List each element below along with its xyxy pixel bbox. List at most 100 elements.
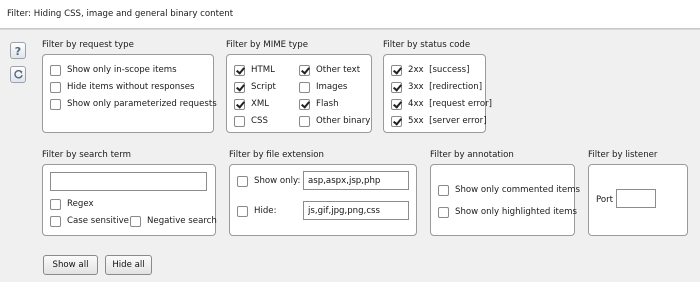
status-code-title: Filter by status code xyxy=(383,40,471,50)
checkbox-highlighted[interactable]: Show only highlighted items xyxy=(438,206,577,218)
checkbox-mime-other-text[interactable]: Other text xyxy=(299,64,360,76)
mime-type-group: Filter by MIME type HTML Other text Scri… xyxy=(226,40,372,133)
mime-script-label: Script xyxy=(251,82,276,92)
mime-other-binary-label: Other binary xyxy=(316,116,371,126)
checkbox-mime-xml[interactable]: XML xyxy=(234,98,269,110)
status-3xx-label: 3xx [redirection] xyxy=(408,82,483,92)
mime-images-label: Images xyxy=(316,82,348,92)
mime-other-text-label: Other text xyxy=(316,65,361,75)
svg-text:?: ? xyxy=(15,45,21,57)
refresh-button[interactable] xyxy=(10,66,26,83)
search-term-box: Regex Case sensitive Negative search xyxy=(42,164,217,236)
status-5xx-checkbox[interactable] xyxy=(391,115,402,127)
highlighted-checkbox[interactable] xyxy=(438,206,449,218)
mime-other-binary-checkbox[interactable] xyxy=(299,115,310,127)
refresh-icon xyxy=(13,69,23,79)
checkbox-hide-ext[interactable]: Hide: xyxy=(237,205,277,217)
status-4xx-checkbox[interactable] xyxy=(391,98,402,110)
case-sensitive-checkbox[interactable] xyxy=(50,215,61,227)
mime-type-box: HTML Other text Script Images XML Flash xyxy=(226,54,372,133)
port-label: Port xyxy=(596,195,614,205)
checkbox-show-only-ext[interactable]: Show only: xyxy=(237,175,300,187)
file-extension-title: Filter by file extension xyxy=(229,150,325,160)
checkbox-case-sensitive[interactable]: Case sensitive xyxy=(50,215,129,227)
negative-search-label: Negative search xyxy=(147,216,217,226)
checkbox-mime-script[interactable]: Script xyxy=(234,81,276,93)
in-scope-label: Show only in-scope items xyxy=(67,65,177,75)
help-button[interactable]: ? xyxy=(10,42,26,59)
checkbox-status-2xx[interactable]: 2xx [success] xyxy=(391,64,469,76)
hide-ext-checkbox[interactable] xyxy=(237,205,248,217)
request-type-title: Filter by request type xyxy=(42,40,134,50)
commented-label: Show only commented items xyxy=(455,185,581,195)
status-4xx-label: 4xx [request error] xyxy=(408,99,493,109)
checkbox-negative-search[interactable]: Negative search xyxy=(130,215,217,227)
annotation-group: Filter by annotation Show only commented… xyxy=(430,150,580,236)
regex-label: Regex xyxy=(67,199,94,209)
file-extension-box: Show only: Hide: xyxy=(229,164,417,236)
hide-ext-label: Hide: xyxy=(254,206,277,216)
search-term-group: Filter by search term Regex Case sensiti… xyxy=(42,150,217,236)
search-term-input[interactable] xyxy=(50,172,207,191)
checkbox-parameterized[interactable]: Show only parameterized requests xyxy=(50,98,217,110)
mime-flash-checkbox[interactable] xyxy=(299,98,310,110)
parameterized-checkbox[interactable] xyxy=(50,98,61,110)
mime-flash-label: Flash xyxy=(316,99,339,109)
in-scope-checkbox[interactable] xyxy=(50,64,61,76)
filter-summary-text: Filter: Hiding CSS, image and general bi… xyxy=(7,9,234,19)
port-input[interactable] xyxy=(616,189,656,208)
mime-type-title: Filter by MIME type xyxy=(226,40,309,50)
parameterized-label: Show only parameterized requests xyxy=(67,99,217,109)
hide-all-button[interactable]: Hide all xyxy=(105,255,152,275)
mime-xml-checkbox[interactable] xyxy=(234,98,245,110)
highlighted-label: Show only highlighted items xyxy=(455,207,577,217)
checkbox-in-scope[interactable]: Show only in-scope items xyxy=(50,64,177,76)
status-2xx-label: 2xx [success] xyxy=(408,65,470,75)
search-term-title: Filter by search term xyxy=(42,150,131,160)
mime-images-checkbox[interactable] xyxy=(299,81,310,93)
mime-html-label: HTML xyxy=(251,65,275,75)
status-5xx-label: 5xx [server error] xyxy=(408,116,487,126)
checkbox-mime-other-binary[interactable]: Other binary xyxy=(299,115,370,127)
checkbox-mime-css[interactable]: CSS xyxy=(234,115,268,127)
commented-checkbox[interactable] xyxy=(438,184,449,196)
checkbox-mime-html[interactable]: HTML xyxy=(234,64,275,76)
status-3xx-checkbox[interactable] xyxy=(391,81,402,93)
checkbox-mime-flash[interactable]: Flash xyxy=(299,98,339,110)
filter-settings-panel: ? Filter by request type Show only in-sc… xyxy=(0,29,700,282)
mime-script-checkbox[interactable] xyxy=(234,81,245,93)
checkbox-status-4xx[interactable]: 4xx [request error] xyxy=(391,98,492,110)
checkbox-status-3xx[interactable]: 3xx [redirection] xyxy=(391,81,482,93)
case-sensitive-label: Case sensitive xyxy=(67,216,129,226)
status-code-group: Filter by status code 2xx [success] 3xx … xyxy=(383,40,492,133)
checkbox-mime-images[interactable]: Images xyxy=(299,81,347,93)
mime-xml-label: XML xyxy=(251,99,270,109)
mime-other-text-checkbox[interactable] xyxy=(299,64,310,76)
negative-search-checkbox[interactable] xyxy=(130,215,141,227)
checkbox-commented[interactable]: Show only commented items xyxy=(438,184,580,196)
listener-group: Filter by listener Port xyxy=(588,150,688,236)
mime-css-checkbox[interactable] xyxy=(234,115,245,127)
mime-html-checkbox[interactable] xyxy=(234,64,245,76)
status-2xx-checkbox[interactable] xyxy=(391,64,402,76)
show-all-button[interactable]: Show all xyxy=(43,255,98,275)
regex-checkbox[interactable] xyxy=(50,198,61,210)
show-only-ext-input[interactable] xyxy=(303,171,409,190)
request-type-box: Show only in-scope items Hide items with… xyxy=(42,54,217,133)
request-type-group: Filter by request type Show only in-scop… xyxy=(42,40,217,133)
hide-no-response-checkbox[interactable] xyxy=(50,81,61,93)
annotation-title: Filter by annotation xyxy=(430,150,514,160)
filter-summary-bar[interactable]: Filter: Hiding CSS, image and general bi… xyxy=(0,0,700,29)
show-only-ext-checkbox[interactable] xyxy=(237,175,248,187)
hide-ext-input[interactable] xyxy=(303,201,409,220)
hide-no-response-label: Hide items without responses xyxy=(67,82,195,92)
annotation-box: Show only commented items Show only high… xyxy=(430,164,580,236)
mime-css-label: CSS xyxy=(251,116,268,126)
checkbox-status-5xx[interactable]: 5xx [server error] xyxy=(391,115,487,127)
file-extension-group: Filter by file extension Show only: Hide… xyxy=(229,150,417,236)
listener-box: Port xyxy=(588,164,688,236)
show-only-ext-label: Show only: xyxy=(254,176,301,186)
checkbox-regex[interactable]: Regex xyxy=(50,198,94,210)
checkbox-hide-no-response[interactable]: Hide items without responses xyxy=(50,81,195,93)
status-code-box: 2xx [success] 3xx [redirection] 4xx [req… xyxy=(383,54,492,133)
